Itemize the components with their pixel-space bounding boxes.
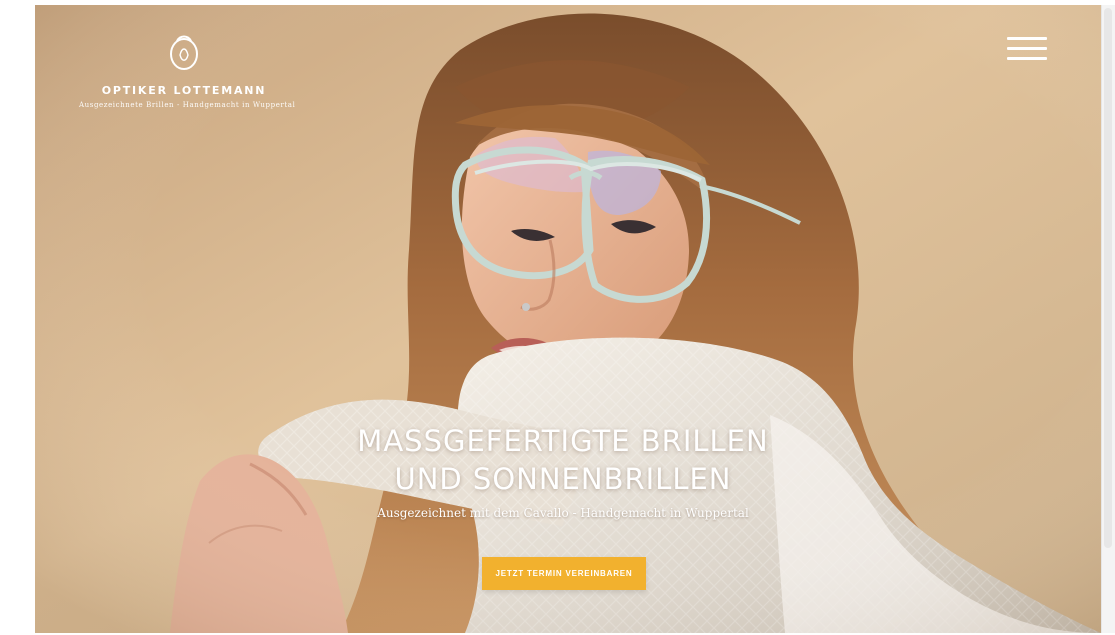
- vertical-scrollbar-thumb[interactable]: [1104, 8, 1112, 548]
- hero-headline-line-1: MASSGEFERTIGTE BRILLEN: [357, 424, 769, 459]
- brand-tagline: Ausgezeichnete Brillen - Handgemacht in …: [79, 101, 296, 109]
- hero-section: OPTIKER LOTTEMANN Ausgezeichnete Brillen…: [35, 5, 1101, 633]
- hamburger-menu-icon: [1007, 57, 1047, 60]
- hamburger-menu-icon: [1007, 47, 1047, 50]
- oval-monogram-logo-icon: [170, 35, 198, 70]
- browser-page: OPTIKER LOTTEMANN Ausgezeichnete Brillen…: [0, 0, 1115, 635]
- book-appointment-button[interactable]: JETZT TERMIN VEREINBAREN: [482, 557, 646, 590]
- hamburger-menu-button[interactable]: [999, 31, 1047, 67]
- hamburger-menu-icon: [1007, 37, 1047, 40]
- brand-name: OPTIKER LOTTEMANN: [101, 84, 267, 97]
- hero-subline: Ausgezeichnet mit dem Cavallo - Handgema…: [377, 506, 749, 520]
- hero-headline: MASSGEFERTIGTE BRILLEN UND SONNENBRILLEN: [283, 422, 843, 498]
- optiker-lottemann-logo[interactable]: OPTIKER LOTTEMANN Ausgezeichnete Brillen…: [79, 31, 296, 109]
- hero-headline-line-2: UND SONNENBRILLEN: [394, 462, 732, 497]
